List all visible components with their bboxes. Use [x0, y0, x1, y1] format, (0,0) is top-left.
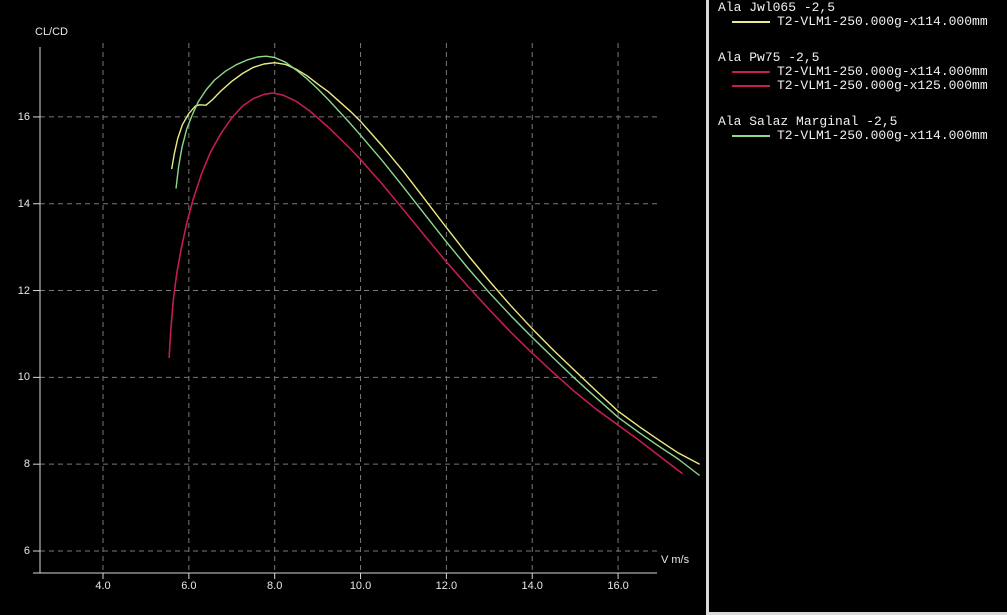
polar-analysis-view: CL/CD V m/s 4.0 6.0 8.0 10.0 12.0 14.0 16.0 6 8 1… [0, 0, 1007, 615]
y-tick-label: 16 [0, 110, 30, 124]
curves [169, 56, 700, 475]
x-axis-title: V m/s [661, 554, 689, 566]
legend-curve-label: T2-VLM1-250.000g-x114.000mm [777, 15, 988, 29]
chart-area[interactable]: CL/CD V m/s 4.0 6.0 8.0 10.0 12.0 14.0 16.0 6 8 1… [0, 0, 708, 615]
x-tick-label: 16.0 [598, 579, 638, 593]
curve-color-swatch [732, 135, 770, 137]
y-axis-title: CL/CD [35, 26, 68, 38]
legend-curve-row: T2-VLM1-250.000g-x114.000mm [710, 65, 1007, 79]
legend-curve-label: T2-VLM1-250.000g-x114.000mm [777, 129, 988, 143]
legend-entry: Ala Pw75 -2,5T2-VLM1-250.000g-x114.000mm… [710, 51, 1007, 93]
plot-canvas[interactable] [0, 0, 708, 615]
x-tick-label: 10.0 [341, 579, 381, 593]
x-tick-label: 4.0 [83, 579, 123, 593]
curve-color-swatch [732, 71, 770, 73]
legend-entry-title: Ala Jwl065 -2,5 [710, 1, 1007, 15]
x-tick-label: 12.0 [426, 579, 466, 593]
legend-entry: Ala Salaz Marginal -2,5T2-VLM1-250.000g-… [710, 115, 1007, 143]
curve-color-swatch [732, 85, 770, 87]
y-tick-label: 6 [0, 544, 30, 558]
legend-curve-row: T2-VLM1-250.000g-x114.000mm [710, 15, 1007, 29]
legend-curve-label: T2-VLM1-250.000g-x114.000mm [777, 65, 988, 79]
legend-curve-label: T2-VLM1-250.000g-x125.000mm [777, 79, 988, 93]
legend-entry-title: Ala Pw75 -2,5 [710, 51, 1007, 65]
legend-entry-title: Ala Salaz Marginal -2,5 [710, 115, 1007, 129]
curve-color-swatch [732, 21, 770, 23]
legend-curve-row: T2-VLM1-250.000g-x114.000mm [710, 129, 1007, 143]
legend-curve-row: T2-VLM1-250.000g-x125.000mm [710, 79, 1007, 93]
legend-entry: Ala Jwl065 -2,5T2-VLM1-250.000g-x114.000… [710, 1, 1007, 29]
curve-jwl065-x114[interactable] [172, 63, 700, 465]
x-tick-label: 14.0 [512, 579, 552, 593]
y-tick-label: 12 [0, 284, 30, 298]
y-tick-label: 14 [0, 197, 30, 211]
y-tick-label: 10 [0, 370, 30, 384]
axes [33, 47, 657, 579]
legend-panel: Ala Jwl065 -2,5T2-VLM1-250.000g-x114.000… [710, 0, 1007, 612]
y-tick-label: 8 [0, 457, 30, 471]
curve-pw75-x125[interactable] [169, 93, 682, 474]
x-tick-label: 6.0 [169, 579, 209, 593]
panel-divider [706, 0, 709, 615]
x-tick-label: 8.0 [255, 579, 295, 593]
